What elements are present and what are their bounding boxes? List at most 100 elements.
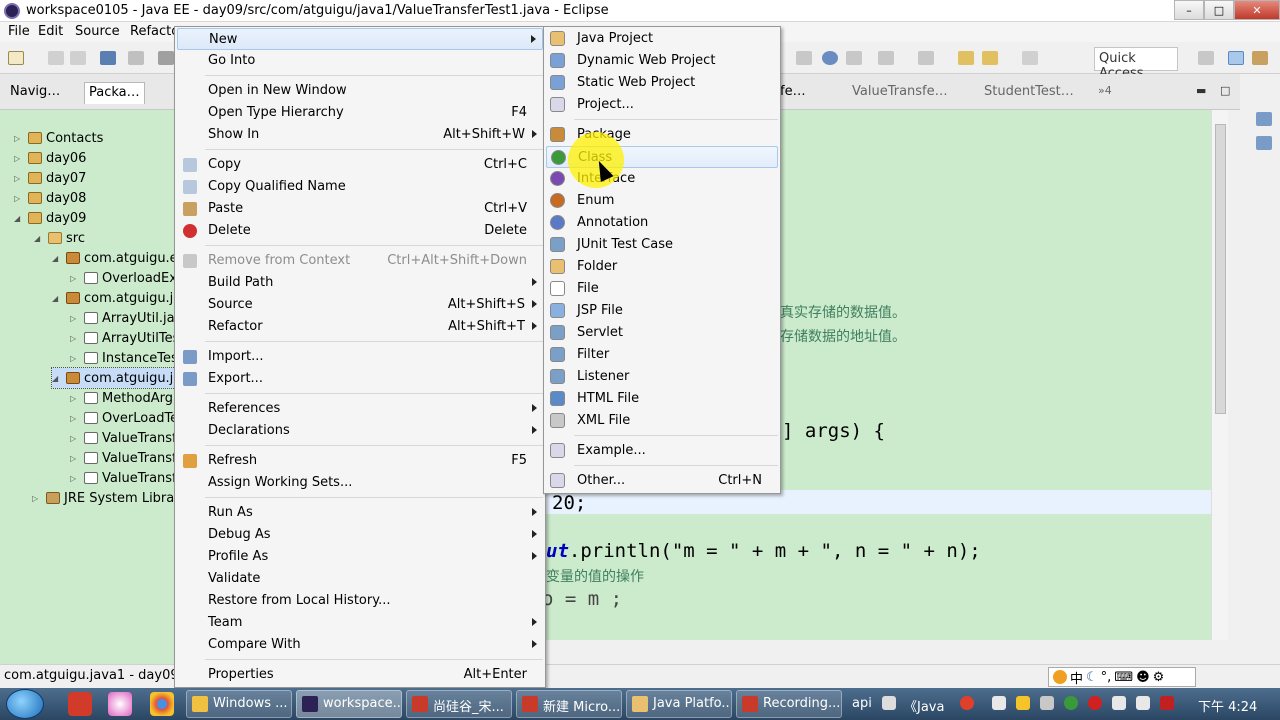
menu-item-remove-from-context[interactable]: Remove from Context Ctrl+Alt+Shift+Down [177, 250, 543, 272]
tree-item[interactable]: ▷ InstanceTes [70, 348, 174, 368]
ime-logo-icon[interactable] [1053, 670, 1067, 684]
taskbar-button[interactable]: workspace... [296, 690, 402, 718]
new-java-project[interactable]: Java Project [546, 28, 778, 50]
menu-item-copy[interactable]: Copy Ctrl+C [177, 154, 543, 176]
tree-item[interactable]: ▷ ValueTransf [70, 448, 174, 468]
debug-icon[interactable] [158, 51, 174, 65]
ime-keyboard-icon[interactable]: ⌨ [1114, 670, 1133, 685]
tree-item[interactable]: ▷ MethodArg [70, 388, 173, 408]
new-dynamic-web-project[interactable]: Dynamic Web Project [546, 50, 778, 72]
maximize-button[interactable]: □ [1204, 0, 1234, 20]
tree-item[interactable]: ▷ ArrayUtilTes [70, 328, 174, 348]
expanded-arrow-icon[interactable]: ◢ [34, 234, 44, 243]
tray-volume-icon[interactable] [1136, 696, 1150, 710]
prev-annotation-icon[interactable] [918, 51, 934, 65]
tab-navigator[interactable]: Navig… [6, 82, 64, 104]
expanded-arrow-icon[interactable]: ◢ [52, 254, 62, 263]
java-perspective-icon[interactable] [1252, 51, 1268, 65]
tray-icon[interactable] [1016, 696, 1030, 710]
menu-refactor[interactable]: Refacto [130, 24, 179, 39]
menu-item-new[interactable]: New [177, 28, 543, 50]
tree-item[interactable]: ▷ Contacts [14, 128, 103, 148]
new-jsp-file[interactable]: JSP File [546, 300, 778, 322]
collapsed-arrow-icon[interactable]: ▷ [70, 474, 80, 483]
tree-item[interactable]: ◢ com.atguigu.ex [52, 248, 174, 268]
tree-item[interactable]: ▷ JRE System Library [32, 488, 174, 508]
tray-icon[interactable] [960, 696, 974, 710]
menu-item-compare-with[interactable]: Compare With [177, 634, 543, 656]
menu-item-go-into[interactable]: Go Into [177, 50, 543, 72]
new-static-web-project[interactable]: Static Web Project [546, 72, 778, 94]
menu-item-export[interactable]: Export... [177, 368, 543, 390]
tree-item[interactable]: ▷ ValueTransf [70, 428, 174, 448]
menu-item-validate[interactable]: Validate [177, 568, 543, 590]
clock[interactable]: 下午 4:24 [1198, 696, 1257, 715]
tray-network-icon[interactable] [1112, 696, 1126, 710]
collapsed-arrow-icon[interactable]: ▷ [70, 354, 80, 363]
menu-item-source[interactable]: Source Alt+Shift+S [177, 294, 543, 316]
ime-toolbar[interactable]: 中 ☾ °, ⌨ ☻ ⚙ [1048, 667, 1196, 687]
menu-item-references[interactable]: References [177, 398, 543, 420]
new-listener[interactable]: Listener [546, 366, 778, 388]
tree-item[interactable]: ◢ com.atguigu.ja [52, 288, 174, 308]
taskbar-button[interactable]: 尚硅谷_宋... [406, 690, 512, 718]
new-file[interactable]: File [546, 278, 778, 300]
editor-tab-active[interactable]: fe… [780, 84, 806, 99]
ime-user-icon[interactable]: ☻ [1136, 670, 1150, 685]
menu-item-refresh[interactable]: Refresh F5 [177, 450, 543, 472]
toolbar-icon-b[interactable] [846, 51, 862, 65]
collapsed-arrow-icon[interactable]: ▷ [70, 394, 80, 403]
tray-icon[interactable] [1040, 696, 1054, 710]
menu-item-profile-as[interactable]: Profile As [177, 546, 543, 568]
collapsed-arrow-icon[interactable]: ▷ [32, 494, 42, 503]
last-edit-icon[interactable] [958, 51, 974, 65]
pinned-app-icon[interactable] [68, 692, 92, 716]
collapsed-arrow-icon[interactable]: ▷ [70, 314, 80, 323]
tray-api-label[interactable]: api [852, 696, 872, 711]
menu-file[interactable]: File [8, 24, 30, 39]
ime-settings-icon[interactable]: ⚙ [1153, 670, 1165, 685]
tray-icon[interactable] [1160, 696, 1174, 710]
new-other[interactable]: Other... Ctrl+N [546, 470, 778, 492]
expanded-arrow-icon[interactable]: ◢ [52, 374, 62, 383]
tray-icon[interactable] [882, 696, 896, 710]
task-list-icon[interactable] [1256, 136, 1272, 150]
editor-tab-valuetransfer[interactable]: ValueTransfe… [852, 84, 948, 99]
tray-record-icon[interactable] [1088, 696, 1102, 710]
expanded-arrow-icon[interactable]: ◢ [14, 214, 24, 223]
tree-item[interactable]: ▷ day08 [14, 188, 86, 208]
editor-vertical-scrollbar[interactable] [1211, 110, 1228, 640]
forward-icon[interactable] [1022, 51, 1038, 65]
globe-icon[interactable] [822, 51, 838, 65]
new-html-file[interactable]: HTML File [546, 388, 778, 410]
tab-package-explorer[interactable]: Packa… [84, 82, 145, 104]
quick-access-input[interactable]: Quick Access [1094, 47, 1178, 81]
menu-item-import[interactable]: Import... [177, 346, 543, 368]
menu-item-team[interactable]: Team [177, 612, 543, 634]
tree-item[interactable]: ▷ day07 [14, 168, 86, 188]
editor-tab-studenttest[interactable]: StudentTest… [984, 84, 1074, 99]
taskbar-button[interactable]: Java Platfo... [626, 690, 732, 718]
menu-item-run-as[interactable]: Run As [177, 502, 543, 524]
ime-moon-icon[interactable]: ☾ [1086, 670, 1098, 685]
collapsed-arrow-icon[interactable]: ▷ [70, 454, 80, 463]
open-perspective-icon[interactable] [1198, 51, 1214, 65]
tree-item[interactable]: ◢ src [34, 228, 85, 248]
editor-tab-overflow[interactable]: »4 [1098, 84, 1112, 97]
menu-item-debug-as[interactable]: Debug As [177, 524, 543, 546]
menu-item-paste[interactable]: Paste Ctrl+V [177, 198, 543, 220]
new-enum[interactable]: Enum [546, 190, 778, 212]
menu-item-build-path[interactable]: Build Path [177, 272, 543, 294]
menu-item-show-in[interactable]: Show In Alt+Shift+W [177, 124, 543, 146]
editor-horizontal-scrollbar[interactable] [546, 640, 1236, 664]
menu-edit[interactable]: Edit [38, 24, 63, 39]
maximize-editor-icon[interactable]: □ [1220, 84, 1230, 97]
collapsed-arrow-icon[interactable]: ▷ [70, 334, 80, 343]
new-icon[interactable] [8, 51, 24, 65]
tree-item[interactable]: ▷ ValueTransf [70, 468, 174, 488]
menu-item-copy-qualified-name[interactable]: Copy Qualified Name [177, 176, 543, 198]
new-servlet[interactable]: Servlet [546, 322, 778, 344]
expanded-arrow-icon[interactable]: ◢ [52, 294, 62, 303]
java-ee-perspective-icon[interactable] [1228, 51, 1244, 65]
menu-item-declarations[interactable]: Declarations [177, 420, 543, 442]
